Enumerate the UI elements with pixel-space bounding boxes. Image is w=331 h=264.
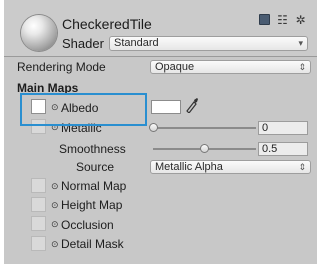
dropdown-arrows-icon: ⇕ [298, 62, 306, 72]
height-map-label: Height Map [61, 198, 123, 212]
shader-dropdown-value: Standard [114, 37, 159, 49]
albedo-color-field[interactable] [151, 100, 181, 114]
detail-mask-picker-icon[interactable]: ⊙ [51, 239, 59, 250]
dropdown-arrows-icon: ⇕ [298, 162, 306, 172]
preset-settings-icon[interactable]: ☷ [276, 14, 289, 27]
smoothness-label: Smoothness [59, 142, 126, 156]
normal-map-picker-icon[interactable]: ⊙ [51, 181, 59, 192]
rendering-mode-label: Rendering Mode [17, 60, 106, 74]
material-preview-sphere [21, 15, 57, 51]
albedo-highlight-box [20, 93, 147, 126]
gear-icon[interactable]: ✲ [294, 14, 307, 27]
normal-map-label: Normal Map [61, 179, 127, 193]
detail-mask-label: Detail Mask [61, 237, 124, 251]
source-dropdown-value: Metallic Alpha [155, 161, 223, 173]
normal-map-texture-slot[interactable] [31, 178, 46, 193]
height-map-texture-slot[interactable] [31, 197, 46, 212]
material-name: CheckeredTile [62, 16, 152, 32]
occlusion-picker-icon[interactable]: ⊙ [51, 219, 59, 230]
height-map-picker-icon[interactable]: ⊙ [51, 200, 59, 211]
metallic-slider-track[interactable] [153, 127, 256, 129]
source-label: Source [76, 160, 115, 174]
detail-mask-texture-slot[interactable] [31, 236, 46, 251]
rendering-mode-value: Opaque [155, 61, 195, 73]
material-inspector-panel: CheckeredTile Shader Standard ▾ ☷ ✲ Rend… [4, 0, 317, 264]
occlusion-label: Occlusion [61, 218, 114, 232]
smoothness-value-field[interactable]: 0.5 [258, 142, 308, 156]
occlusion-texture-slot[interactable] [31, 216, 46, 231]
rendering-mode-dropdown[interactable]: Opaque ⇕ [150, 60, 311, 74]
metallic-value-field[interactable]: 0 [258, 121, 308, 135]
shader-label: Shader [62, 36, 104, 51]
metallic-slider-thumb[interactable] [148, 123, 158, 132]
material-header: CheckeredTile Shader Standard ▾ ☷ ✲ [4, 0, 317, 57]
source-dropdown[interactable]: Metallic Alpha ⇕ [150, 160, 311, 174]
chevron-down-icon: ▾ [298, 38, 303, 48]
smoothness-slider-thumb[interactable] [200, 144, 209, 153]
help-book-icon[interactable] [259, 14, 272, 27]
shader-dropdown[interactable]: Standard ▾ [109, 36, 308, 51]
eyedropper-icon[interactable] [185, 97, 199, 113]
